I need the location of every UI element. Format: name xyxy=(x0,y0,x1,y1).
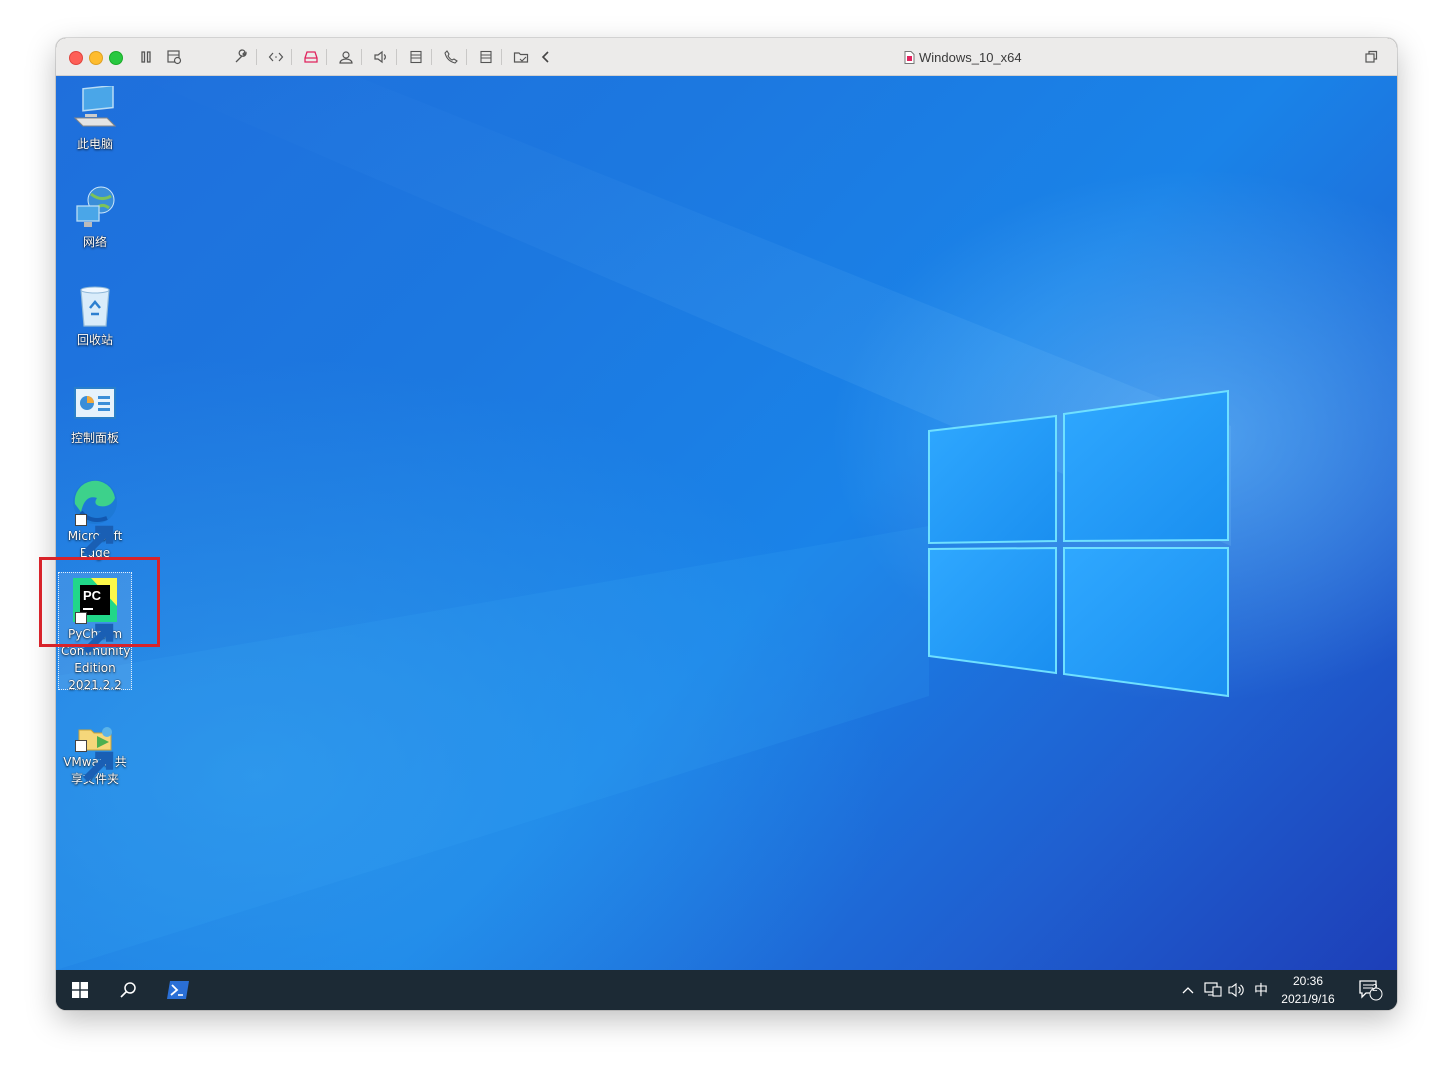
desktop[interactable]: 此电脑 网络 回收站 控制面板 Microsoft Edge PC PyChar… xyxy=(56,76,1397,970)
phone-icon[interactable] xyxy=(443,49,459,65)
snapshot-icon[interactable] xyxy=(166,49,182,65)
desktop-icon-recycle-bin[interactable]: 回收站 xyxy=(61,282,129,349)
stack-icon[interactable] xyxy=(478,49,494,65)
highlight-annotation-box xyxy=(39,557,160,647)
edge-icon xyxy=(71,478,119,556)
settings-wrench-icon[interactable] xyxy=(233,49,249,65)
vm-file-icon xyxy=(904,50,915,64)
wallpaper-windows-logo xyxy=(56,76,1231,970)
network-icon xyxy=(71,184,119,232)
clock-time: 20:36 xyxy=(1292,974,1324,988)
volume-tray-icon[interactable] xyxy=(1226,970,1248,1010)
clock[interactable]: 20:36 2021/9/16 xyxy=(1274,970,1342,1010)
shortcut-arrow-icon xyxy=(75,514,114,556)
ime-indicator[interactable]: 中 xyxy=(1250,970,1272,1010)
vm-window: Windows_10_x64 此电脑 网络 回收站 控制面板 Microsoft… xyxy=(56,38,1397,1010)
chevron-up-icon[interactable] xyxy=(1178,970,1198,1010)
desktop-icon-vmware-shared[interactable]: VMware 共享文件夹 xyxy=(61,722,129,788)
desktop-icon-label: 网络 xyxy=(82,235,107,249)
taskbar: 中 20:36 2021/9/16 2 xyxy=(56,970,1397,1010)
stack-icon[interactable] xyxy=(408,49,424,65)
control-panel-icon xyxy=(71,380,119,428)
notification-count: 2 xyxy=(1372,983,1378,994)
windows-start-icon[interactable] xyxy=(60,970,100,1010)
desktop-icon-this-pc[interactable]: 此电脑 xyxy=(61,86,129,153)
window-title-text: Windows_10_x64 xyxy=(919,49,1022,65)
search-icon[interactable] xyxy=(108,970,148,1010)
volume-icon[interactable] xyxy=(373,49,389,65)
desktop-icon-label: 控制面板 xyxy=(70,431,119,445)
desktop-icon-label: 此电脑 xyxy=(76,137,113,151)
desktop-icon-edge[interactable]: Microsoft Edge xyxy=(61,478,129,562)
title-bar: Windows_10_x64 xyxy=(56,38,1397,76)
pause-icon[interactable] xyxy=(138,49,154,65)
clock-date: 2021/9/16 xyxy=(1281,992,1335,1006)
network-tray-icon[interactable] xyxy=(1202,970,1224,1010)
vmware-shared-folder-icon xyxy=(71,722,119,782)
code-icon[interactable] xyxy=(268,49,284,65)
back-arrow-icon[interactable] xyxy=(538,49,554,65)
user-icon[interactable] xyxy=(338,49,354,65)
minimize-button[interactable] xyxy=(89,51,103,65)
desktop-icon-control-panel[interactable]: 控制面板 xyxy=(61,380,129,447)
zoom-button[interactable] xyxy=(109,51,123,65)
folder-icon[interactable] xyxy=(513,49,529,65)
disk-icon[interactable] xyxy=(303,49,319,65)
this-pc-icon xyxy=(71,86,119,134)
recycle-bin-icon xyxy=(71,282,119,330)
notification-center-icon[interactable]: 2 xyxy=(1350,970,1390,1010)
restore-window-icon[interactable] xyxy=(1363,49,1379,65)
desktop-icon-network[interactable]: 网络 xyxy=(61,184,129,251)
window-title: Windows_10_x64 xyxy=(904,48,1022,66)
shortcut-arrow-icon xyxy=(75,740,114,782)
powershell-icon[interactable] xyxy=(158,970,198,1010)
close-button[interactable] xyxy=(69,51,83,65)
desktop-icon-label: 回收站 xyxy=(76,333,113,347)
